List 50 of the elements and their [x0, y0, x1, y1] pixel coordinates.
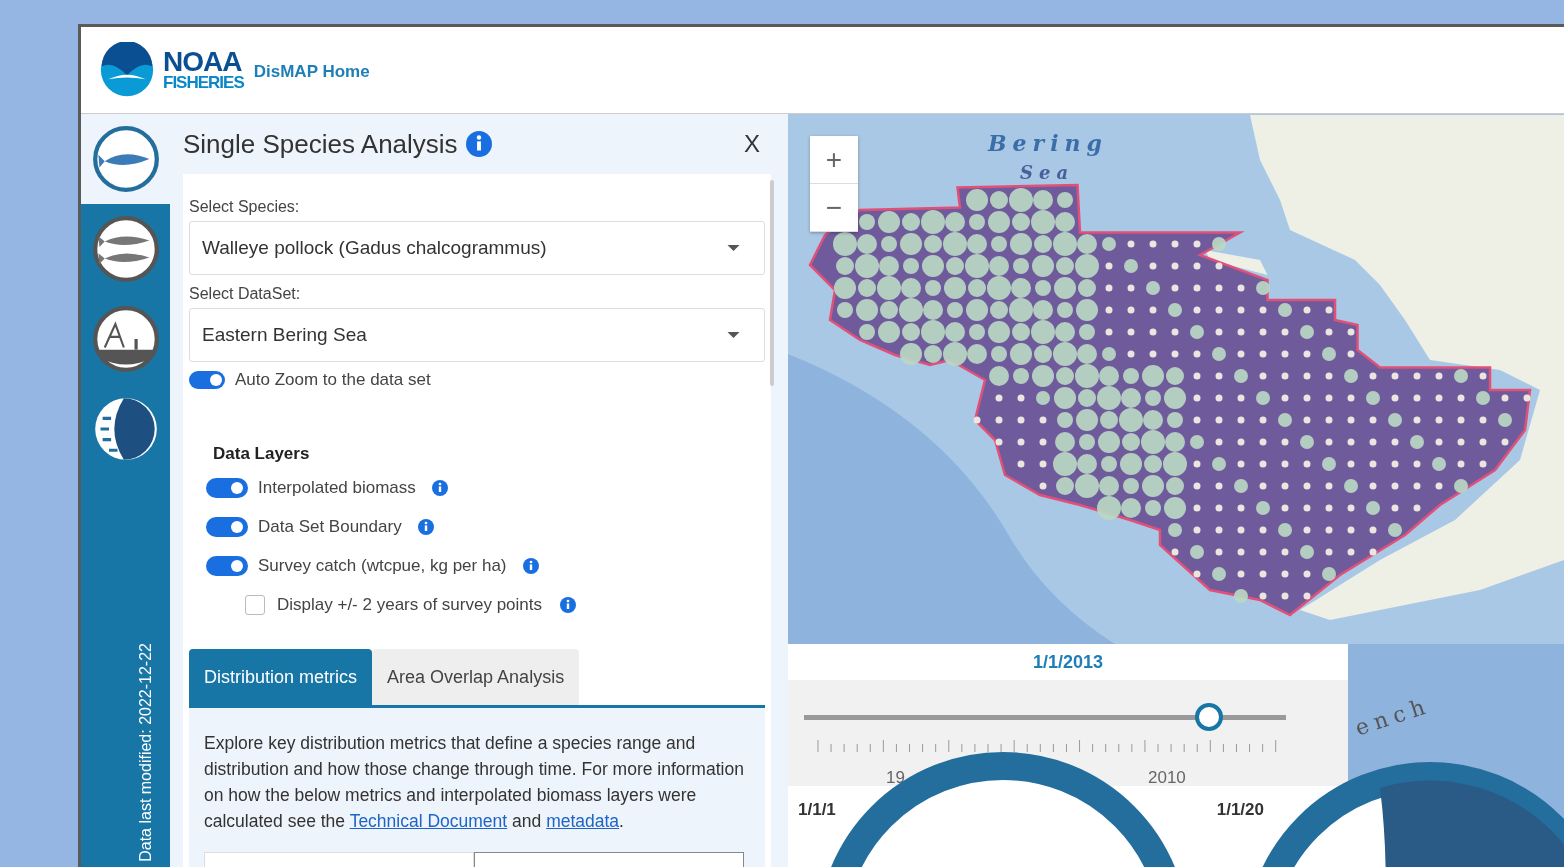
field-label: Select DataSet:: [189, 285, 302, 303]
data-modified-date: Data last modified: 2022-12-22: [137, 643, 155, 862]
logo-subtitle: FISHERIES: [163, 75, 244, 92]
end-date: 1/1/20: [1216, 800, 1264, 821]
slider-thumb[interactable]: [1194, 703, 1223, 731]
checkbox[interactable]: [245, 594, 265, 615]
fish-icon: [91, 125, 160, 193]
tab[interactable]: Distribution metrics: [189, 649, 373, 705]
caret-icon: [727, 245, 740, 251]
map-label: Bering: [988, 130, 1108, 156]
info-icon[interactable]: [465, 131, 492, 157]
noaa-logo-icon: [99, 42, 155, 98]
toggle-switch[interactable]: [206, 555, 248, 576]
zoom-out-button[interactable]: −: [810, 184, 858, 232]
two-fish-icon: [91, 215, 160, 283]
year-label: 2010: [1148, 768, 1186, 788]
info-icon[interactable]: [560, 596, 577, 613]
layer-label: Data Set Boundary: [258, 516, 402, 537]
text-link[interactable]: metadata: [546, 811, 620, 831]
current-date: 1/1/2013: [788, 644, 1348, 680]
map-label: Sea: [1020, 162, 1075, 183]
caret-icon: [727, 332, 740, 338]
logo-title: NOAA: [163, 48, 242, 76]
description-text: Explore key distribution metrics that define a species range and distribution and how those change through time. For more information on how the below metrics and interpolated biomass layers were calculated see the Technical Document and metadata.: [204, 732, 745, 833]
section-heading: Data Layers: [213, 444, 311, 464]
toggle-switch[interactable]: [206, 516, 248, 537]
scrollbar[interactable]: [770, 180, 774, 386]
info-icon[interactable]: [417, 518, 434, 535]
layer-label: Survey catch (wtcpue, kg per ha): [258, 555, 507, 576]
zoom-in-button[interactable]: +: [810, 136, 858, 184]
sidebar-item[interactable]: [81, 114, 170, 204]
info-icon[interactable]: [431, 479, 448, 496]
panel-title: Single Species Analysis: [183, 128, 458, 160]
info-icon[interactable]: [522, 557, 539, 574]
close-button[interactable]: X: [738, 129, 766, 159]
home-link[interactable]: DisMAP Home: [253, 62, 370, 82]
year-label: 19: [886, 768, 905, 788]
text-link[interactable]: Technical Document: [349, 811, 508, 831]
select-dropdown[interactable]: Eastern Bering Sea: [189, 308, 765, 362]
layer-label: Display +/- 2 years of survey points: [277, 594, 543, 615]
boat-icon: [91, 305, 160, 373]
tab[interactable]: Area Overlap Analysis: [372, 649, 580, 705]
start-date: 1/1/1: [798, 800, 836, 821]
toggle-label: Auto Zoom to the data set: [235, 370, 431, 390]
layer-label: Interpolated biomass: [258, 477, 416, 498]
select-dropdown[interactable]: Walleye pollock (Gadus chalcogrammus): [189, 221, 765, 275]
toggle-switch[interactable]: [189, 371, 225, 389]
map-label: ench: [1352, 692, 1434, 741]
field-label: Select Species:: [189, 198, 301, 216]
toggle-switch[interactable]: [206, 477, 248, 498]
